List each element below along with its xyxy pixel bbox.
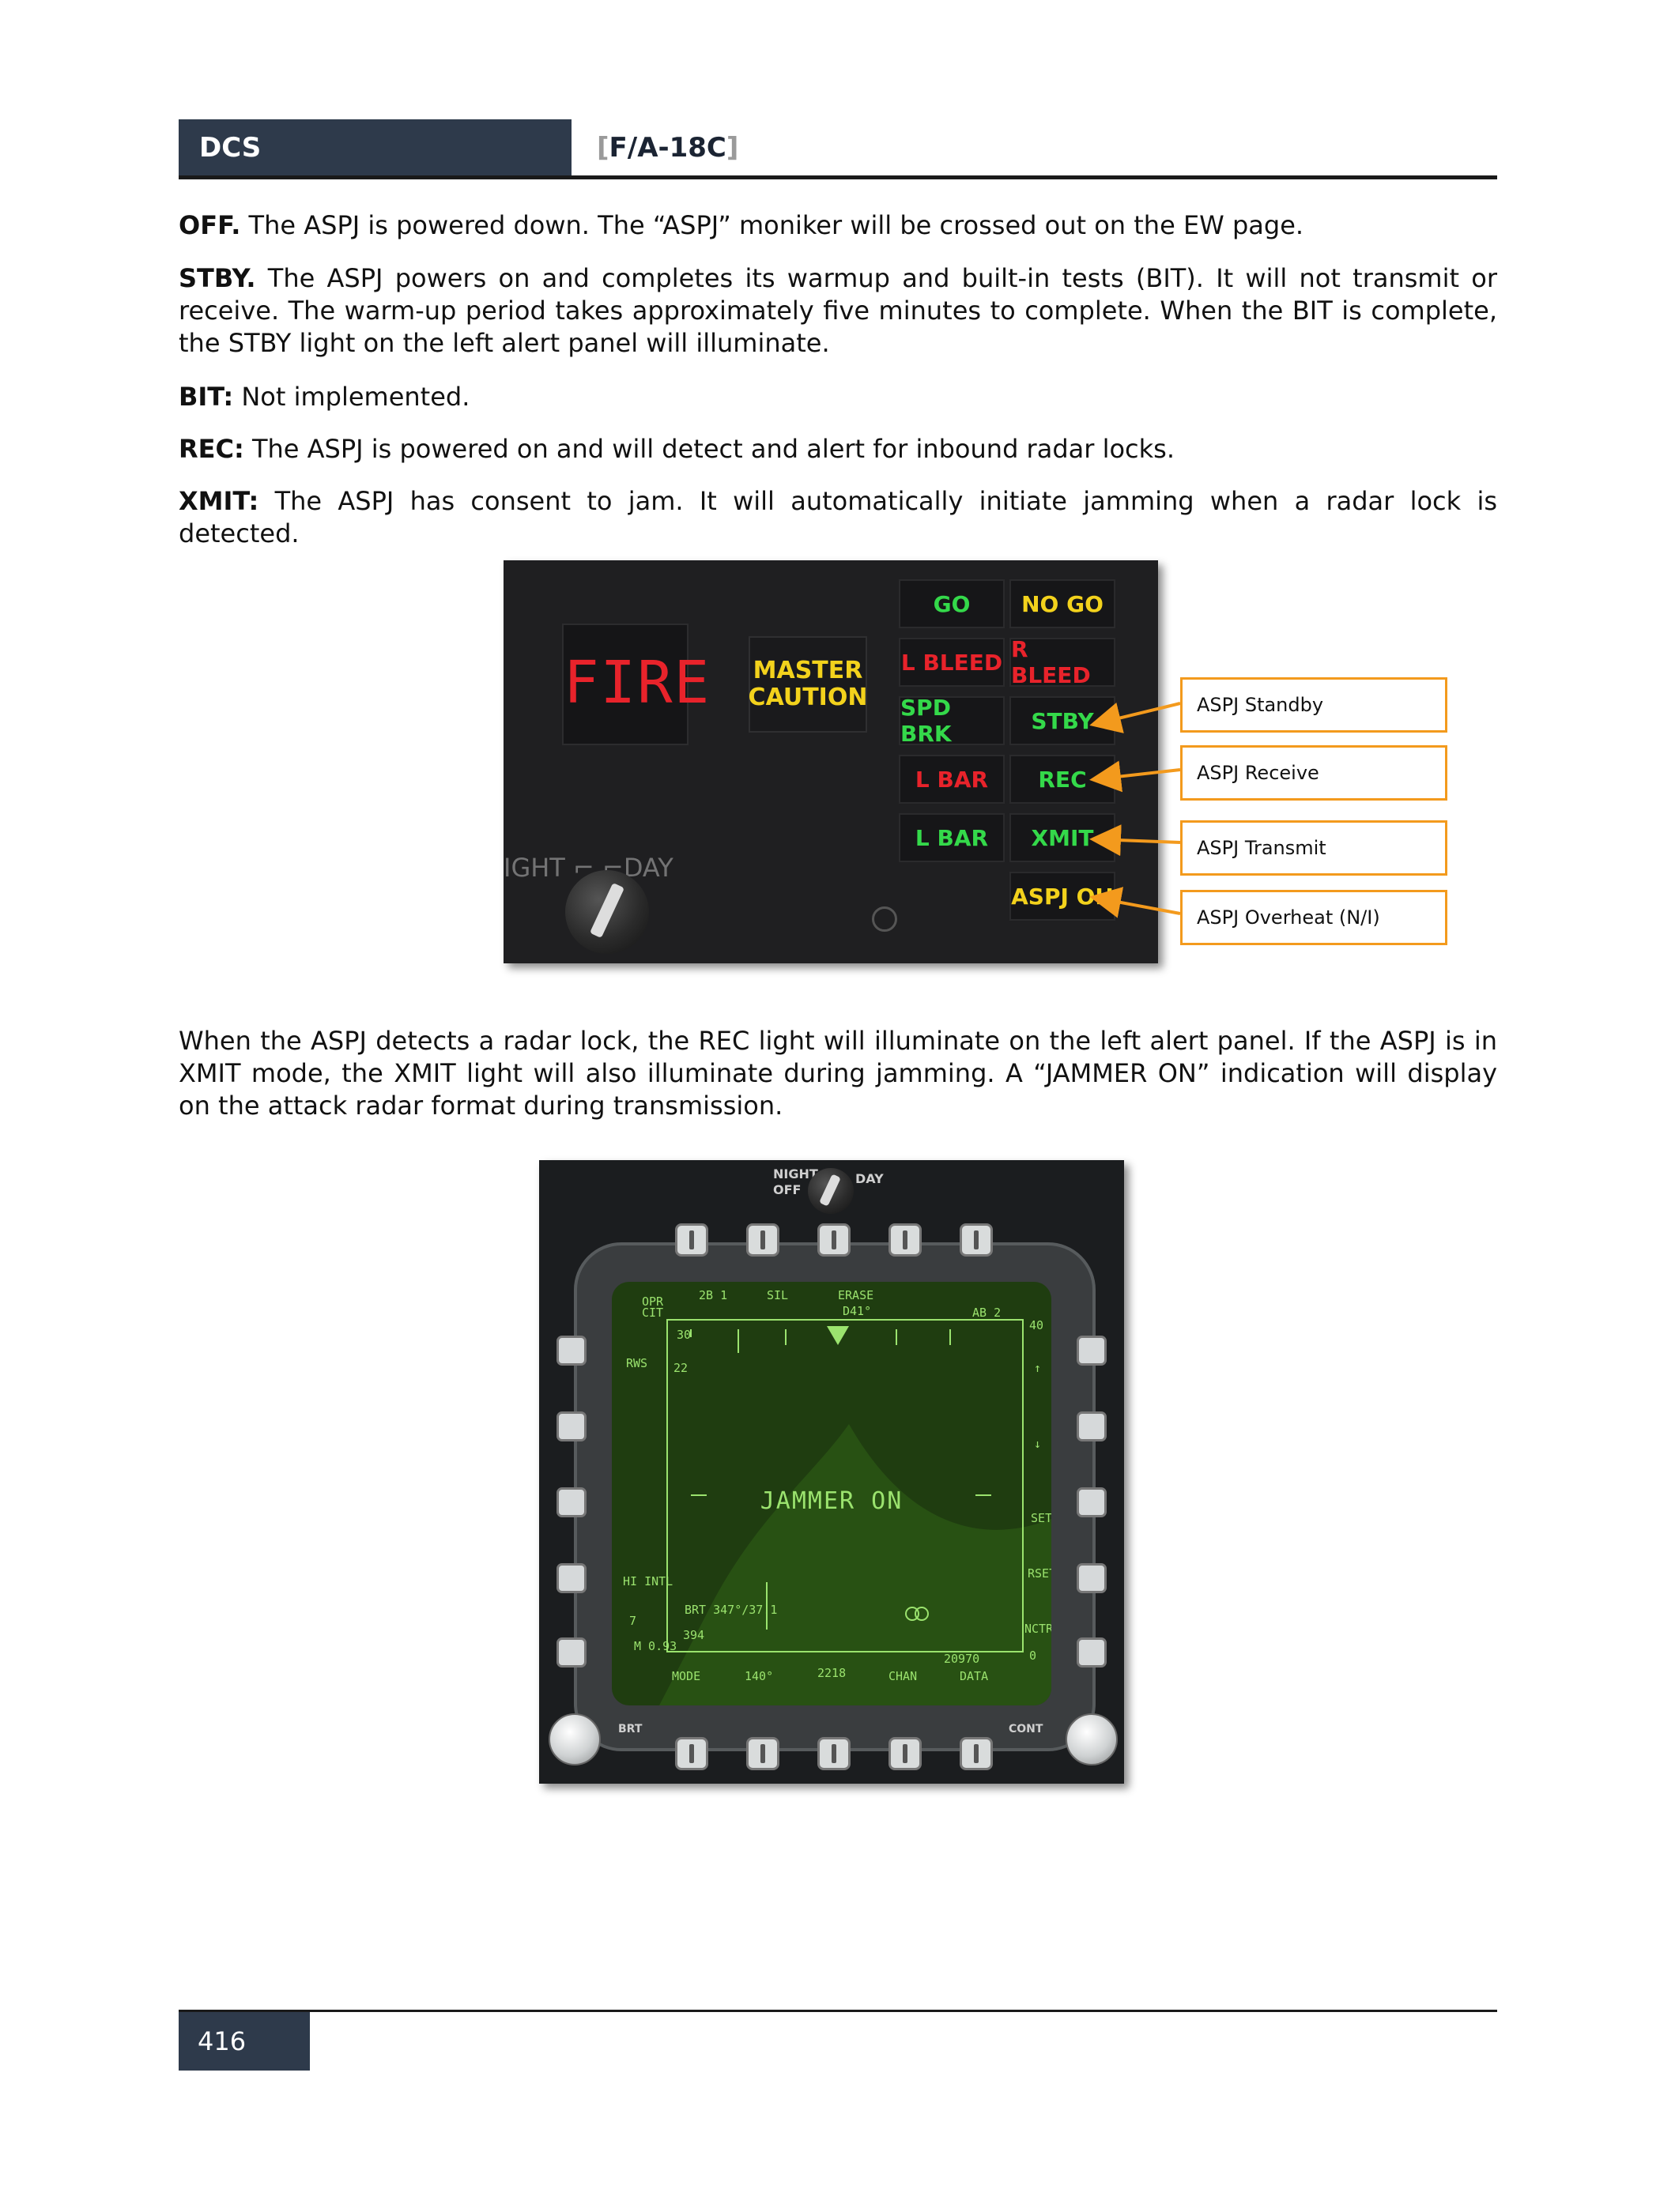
mfd-figure: NIGHT OFF DAY BRT CONT 2B 1 SIL ERASE D4… — [539, 1160, 1124, 1784]
jammer-on-indication: JAMMER ON — [760, 1487, 904, 1515]
label-2218: 2218 — [817, 1666, 847, 1680]
label-140: 140° — [745, 1669, 774, 1683]
label-mode: MODE — [672, 1669, 701, 1683]
pb-left-5[interactable] — [556, 1637, 587, 1667]
label-20970: 20970 — [944, 1652, 980, 1666]
pb-right-3[interactable] — [1077, 1487, 1107, 1517]
pb-right-1[interactable] — [1077, 1336, 1107, 1366]
label-range-0: 0 — [1029, 1649, 1037, 1663]
page-number: 416 — [179, 2012, 310, 2071]
callout-receive: ASPJ Receive — [1180, 745, 1447, 801]
arrow-standby — [1089, 702, 1181, 733]
pb-left-3[interactable] — [556, 1487, 587, 1517]
pb-bottom-4[interactable] — [888, 1737, 922, 1770]
pb-left-2[interactable] — [556, 1411, 587, 1441]
brt-knob-label: BRT — [618, 1723, 643, 1735]
label-sil: SIL — [767, 1288, 789, 1302]
label-range-40: 40 — [1029, 1318, 1044, 1332]
cont-knob[interactable] — [1066, 1713, 1118, 1765]
label-chan: CHAN — [888, 1669, 918, 1683]
pb-left-1[interactable] — [556, 1336, 587, 1366]
pb-top-5[interactable] — [960, 1223, 993, 1257]
callout-overheat: ASPJ Overheat (N/I) — [1180, 890, 1447, 945]
mfd-day-label: DAY — [855, 1171, 884, 1186]
pb-top-1[interactable] — [675, 1223, 708, 1257]
pb-bottom-5[interactable] — [960, 1737, 993, 1770]
label-nctr: NCTR — [1024, 1622, 1051, 1636]
label-cit: CIT — [642, 1306, 664, 1320]
pb-top-3[interactable] — [817, 1223, 851, 1257]
label-2b1: 2B 1 — [699, 1288, 728, 1302]
pb-bottom-3[interactable] — [817, 1737, 851, 1770]
label-brt-readout: BRT 347°/37.1 — [685, 1603, 778, 1617]
label-set: SET — [1031, 1511, 1051, 1525]
label-22: 22 — [673, 1361, 689, 1375]
label-hi: HI INTL — [623, 1574, 673, 1588]
mfd-mode-knob — [808, 1168, 854, 1214]
label-ab2: AB 2 — [972, 1306, 1002, 1320]
pb-right-5[interactable] — [1077, 1637, 1107, 1667]
label-erase: ERASE — [838, 1288, 874, 1302]
callout-standby: ASPJ Standby — [1180, 677, 1447, 733]
mfd-off-label: OFF — [773, 1182, 802, 1197]
label-seven: 7 — [629, 1614, 637, 1628]
brt-knob[interactable] — [549, 1713, 601, 1765]
pb-top-4[interactable] — [888, 1223, 922, 1257]
arrow-overheat — [1089, 887, 1181, 918]
label-up-arrow: ↑ — [1034, 1361, 1042, 1375]
label-mach: M 0.93 — [634, 1639, 677, 1653]
pb-right-2[interactable] — [1077, 1411, 1107, 1441]
label-data: DATA — [960, 1669, 989, 1683]
pb-bottom-2[interactable] — [746, 1737, 779, 1770]
pb-top-2[interactable] — [746, 1223, 779, 1257]
pb-left-4[interactable] — [556, 1563, 587, 1593]
label-down-arrow: ↓ — [1034, 1437, 1042, 1451]
label-heading: D41° — [843, 1304, 872, 1318]
para-radar-lock: When the ASPJ detects a radar lock, the … — [179, 1026, 1497, 1121]
callout-transmit: ASPJ Transmit — [1180, 820, 1447, 876]
label-30: 30 — [677, 1328, 692, 1342]
cont-knob-label: CONT — [1009, 1723, 1043, 1735]
pb-right-4[interactable] — [1077, 1563, 1107, 1593]
label-rset: RSET — [1028, 1566, 1051, 1581]
arrow-transmit — [1089, 824, 1181, 857]
arrow-receive — [1089, 760, 1181, 793]
radar-display: 2B 1 SIL ERASE D41° AB 2 OPR CIT RWS 30 … — [612, 1282, 1051, 1705]
label-rws: RWS — [626, 1356, 648, 1370]
label-alt: 394 — [683, 1628, 705, 1642]
pb-bottom-1[interactable] — [675, 1737, 708, 1770]
footer-rule — [179, 2010, 1497, 2012]
